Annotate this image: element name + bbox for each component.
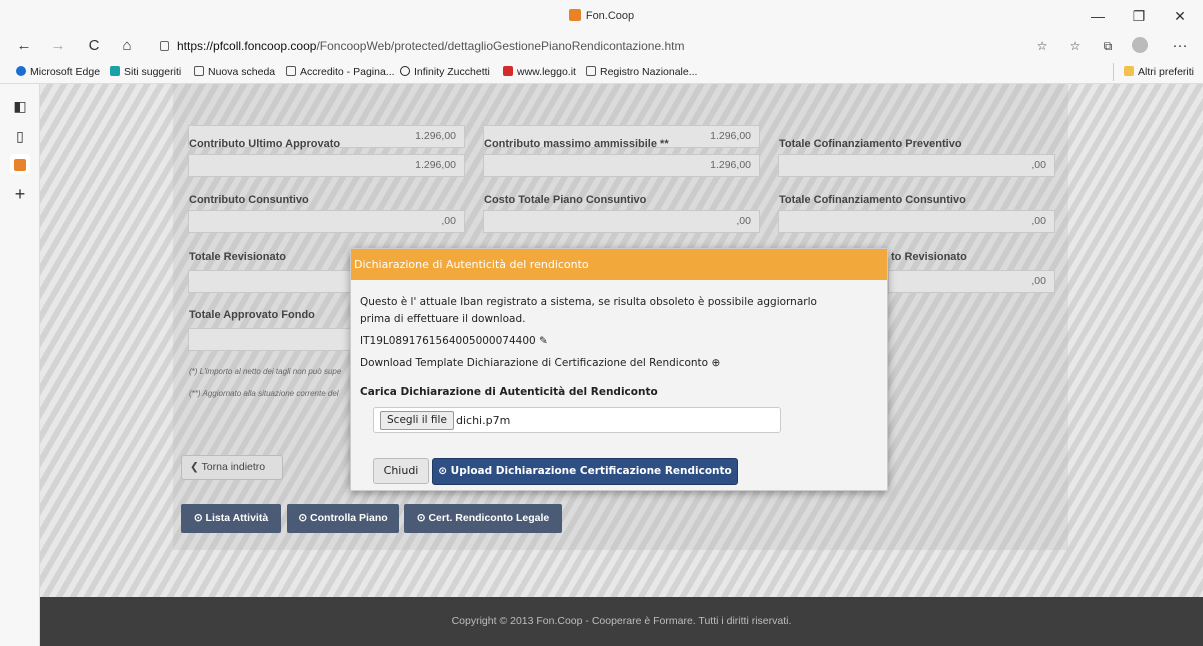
home-button[interactable]: ⌂ [115, 36, 139, 56]
iban-info-text-line2: prima di effettuare il download. [360, 313, 526, 325]
field-totale-approvato-fondo [188, 328, 353, 351]
field-cofinanziamento-revisionato: ,00 [888, 270, 1055, 293]
collections-icon[interactable]: ⧉ [1096, 36, 1120, 56]
fav-siti-suggeriti[interactable]: Siti suggeriti [110, 64, 181, 80]
tab-actions-icon[interactable]: ◧ [10, 96, 30, 116]
favorites-list-icon[interactable]: ☆ [1063, 36, 1087, 56]
close-window-button[interactable]: ✕ [1165, 6, 1195, 26]
new-tab-icon [194, 66, 204, 76]
maximize-button[interactable]: ❐ [1124, 6, 1154, 26]
foncoop-tab-icon[interactable] [10, 154, 30, 174]
site-favicon-icon [568, 9, 581, 21]
download-template-link[interactable]: Download Template Dichiarazione di Certi… [360, 355, 720, 372]
download-circle-icon: ⊕ [711, 357, 721, 369]
upload-certification-button[interactable]: ⊙ Upload Dichiarazione Certificazione Re… [432, 458, 738, 485]
fav-altri-preferiti[interactable]: Altri preferiti [1124, 64, 1194, 80]
authenticity-dialog: Dichiarazione di Autenticità del rendico… [350, 248, 888, 491]
fav-microsoft-edge[interactable]: Microsoft Edge [16, 64, 100, 80]
footnote-1: (*) L'importo al netto dei tagli non può… [189, 367, 342, 376]
title-bar: Fon.Coop — ❐ ✕ [0, 0, 1203, 32]
lista-attivita-button[interactable]: ⊙ Lista Attività [181, 504, 281, 533]
footnote-2: (**) Aggiornato alla situazione corrente… [189, 389, 339, 398]
iban-info-text-line1: Questo è l' attuale Iban registrato a si… [360, 296, 817, 308]
fav-leggo[interactable]: www.leggo.it [503, 64, 576, 80]
divider [1113, 63, 1114, 81]
label-cofinanziamento-consuntivo: Totale Cofinanziamento Consuntivo [779, 194, 966, 206]
fav-nuova-scheda[interactable]: Nuova scheda [194, 64, 275, 80]
label-costo-totale-consuntivo: Costo Totale Piano Consuntivo [484, 194, 647, 206]
edge-icon [16, 66, 26, 76]
favorite-star-icon[interactable]: ☆ [1030, 36, 1054, 56]
edit-pencil-icon[interactable]: ✎ [539, 335, 548, 347]
label-cofinanziamento-revisionato: to Revisionato [891, 251, 967, 263]
leggo-icon [503, 66, 513, 76]
label-cofinanziamento-preventivo: Totale Cofinanziamento Preventivo [779, 138, 962, 150]
iban-value: IT19L0891761564005000074400 ✎ [360, 335, 548, 347]
selected-file-name: dichi.p7m [456, 414, 511, 427]
field-contributo-ultimo-approvato: 1.296,00 [188, 154, 465, 177]
field-costo-totale-consuntivo: ,00 [483, 210, 760, 233]
bing-icon [110, 66, 120, 76]
label-contributo-massimo: Contributo massimo ammissibile ** [484, 138, 669, 150]
fav-accredito[interactable]: Accredito - Pagina... [286, 64, 395, 80]
label-contributo-ultimo-approvato: Contributo Ultimo Approvato [189, 138, 341, 150]
cert-rendiconto-legale-button[interactable]: ⊙ Cert. Rendiconto Legale [404, 504, 562, 533]
folder-icon [1124, 66, 1134, 76]
choose-file-button[interactable]: Scegli il file [380, 411, 454, 430]
field-cofinanziamento-preventivo: ,00 [778, 154, 1055, 177]
vertical-tabs-sidebar: ◧ ▯ + [0, 84, 40, 646]
controlla-piano-button[interactable]: ⊙ Controlla Piano [287, 504, 399, 533]
forward-button[interactable]: → [46, 36, 70, 56]
favorites-bar: Microsoft Edge Siti suggeriti Nuova sche… [0, 60, 1203, 84]
back-button[interactable]: ← [12, 36, 36, 56]
page-icon [586, 66, 596, 76]
upload-section-label: Carica Dichiarazione di Autenticità del … [360, 386, 658, 398]
label-totale-revisionato: Totale Revisionato [189, 251, 286, 263]
blank-tab-icon[interactable]: ▯ [10, 126, 30, 146]
field-cofinanziamento-consuntivo: ,00 [778, 210, 1055, 233]
page-icon [286, 66, 296, 76]
label-contributo-consuntivo: Contributo Consuntivo [189, 194, 309, 206]
new-tab-button[interactable]: + [10, 184, 30, 204]
reload-button[interactable]: C [82, 36, 106, 56]
field-contributo-consuntivo: ,00 [188, 210, 465, 233]
fav-registro-nazionale[interactable]: Registro Nazionale... [586, 64, 697, 80]
minimize-button[interactable]: — [1083, 6, 1113, 26]
fav-infinity-zucchetti[interactable]: Infinity Zucchetti [400, 64, 490, 80]
address-bar[interactable]: https://pfcoll.foncoop.coop/FoncoopWeb/p… [160, 35, 1040, 57]
zucchetti-icon [400, 66, 410, 76]
file-input[interactable]: Scegli il file dichi.p7m [373, 407, 781, 433]
label-totale-approvato-fondo: Totale Approvato Fondo [189, 309, 315, 321]
field-totale-revisionato [188, 270, 353, 293]
back-link-button[interactable]: ❮ Torna indietro [181, 455, 283, 480]
dialog-title: Dichiarazione di Autenticità del rendico… [351, 249, 887, 280]
field-contributo-massimo: 1.296,00 [483, 154, 760, 177]
navigation-bar: ← → C ⌂ https://pfcoll.foncoop.coop/Fonc… [0, 32, 1203, 60]
page-footer: Copyright © 2013 Fon.Coop - Cooperare è … [40, 597, 1203, 646]
close-dialog-button[interactable]: Chiudi [373, 458, 429, 484]
window-title: Fon.Coop [0, 9, 1203, 22]
lock-icon [160, 41, 169, 51]
profile-avatar[interactable] [1128, 36, 1152, 56]
more-menu-button[interactable]: ··· [1168, 36, 1192, 56]
